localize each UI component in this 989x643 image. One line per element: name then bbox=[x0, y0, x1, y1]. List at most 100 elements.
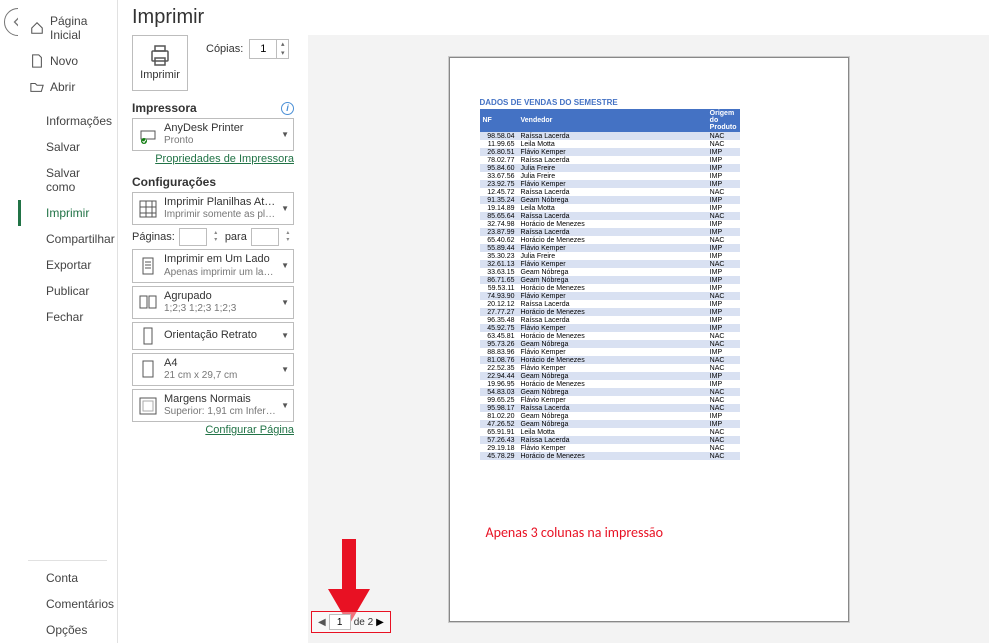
sidebar-item-close[interactable]: Fechar bbox=[18, 304, 117, 330]
sidebar-item-save[interactable]: Salvar bbox=[18, 134, 117, 160]
table-row: 19.96.95Horácio de MenezesIMP bbox=[480, 380, 740, 388]
chevron-down-icon: ▼ bbox=[281, 401, 289, 410]
table-row: 29.19.18Flávio KemperNAC bbox=[480, 444, 740, 452]
table-row: 45.78.29Horácio de MenezesNAC bbox=[480, 452, 740, 460]
preview-page: DADOS DE VENDAS DO SEMESTRE NFVendedorOr… bbox=[449, 57, 849, 622]
table-row: 32.74.98Horácio de MenezesIMP bbox=[480, 220, 740, 228]
info-icon[interactable]: i bbox=[281, 102, 294, 115]
paper-icon bbox=[138, 359, 158, 379]
copies-label: Cópias: bbox=[206, 43, 243, 55]
sidebar-item-comments[interactable]: Comentários bbox=[18, 591, 117, 617]
sidebar-item-label: Abrir bbox=[50, 80, 75, 94]
home-icon bbox=[30, 21, 44, 35]
sidebar-item-export[interactable]: Exportar bbox=[18, 252, 117, 278]
annotation-text: Apenas 3 colunas na impressão bbox=[486, 524, 664, 541]
collate-icon bbox=[138, 292, 158, 312]
chevron-down-icon: ▼ bbox=[281, 331, 289, 340]
sidebar-item-account[interactable]: Conta bbox=[18, 565, 117, 591]
printer-properties-link[interactable]: Propriedades de Impressora bbox=[132, 153, 294, 165]
printer-name: AnyDesk Printer bbox=[164, 122, 276, 135]
sidebar-item-options[interactable]: Opções bbox=[18, 617, 117, 643]
spin-up-icon[interactable]: ▴ bbox=[277, 40, 288, 49]
table-row: 35.30.23Julia FreireIMP bbox=[480, 252, 740, 260]
sidebar-item-open[interactable]: Abrir bbox=[18, 74, 117, 100]
print-scope-select[interactable]: Imprimir Planilhas AtivasImprimir soment… bbox=[132, 192, 294, 225]
print-button[interactable]: Imprimir bbox=[132, 35, 188, 91]
table-row: 33.63.15Geam NóbregaIMP bbox=[480, 268, 740, 276]
table-row: 65.40.62Horácio de MenezesNAC bbox=[480, 236, 740, 244]
table-row: 33.67.56Julia FreireIMP bbox=[480, 172, 740, 180]
next-page-button[interactable]: ▶ bbox=[376, 617, 384, 628]
page-count-label: de 2 bbox=[354, 617, 373, 628]
table-row: 55.89.44Flávio KemperIMP bbox=[480, 244, 740, 252]
table-row: 99.65.25Flávio KemperNAC bbox=[480, 396, 740, 404]
sidebar-item-publish[interactable]: Publicar bbox=[18, 278, 117, 304]
config-section-title: Configurações bbox=[132, 175, 216, 189]
table-row: 54.83.03Geam NóbregaNAC bbox=[480, 388, 740, 396]
current-page-input[interactable] bbox=[329, 614, 351, 630]
margins-select[interactable]: Margens NormaisSuperior: 1,91 cm Inferio… bbox=[132, 389, 294, 422]
table-row: 98.58.04Raíssa LacerdaNAC bbox=[480, 132, 740, 140]
pages-from-input[interactable] bbox=[179, 228, 207, 246]
prev-page-button[interactable]: ◀ bbox=[318, 617, 326, 628]
table-row: 85.65.64Raíssa LacerdaNAC bbox=[480, 212, 740, 220]
table-header: Origem do Produto bbox=[707, 109, 740, 132]
table-row: 22.94.44Geam NóbregaIMP bbox=[480, 372, 740, 380]
sidebar-item-label: Página Inicial bbox=[50, 14, 107, 42]
sidebar-item-info[interactable]: Informações bbox=[18, 108, 117, 134]
page-title: Imprimir bbox=[118, 0, 989, 35]
table-row: 22.52.35Flávio KemperNAC bbox=[480, 364, 740, 372]
table-row: 27.77.27Horácio de MenezesIMP bbox=[480, 308, 740, 316]
portrait-icon bbox=[138, 326, 158, 346]
sidebar: Página Inicial Novo Abrir Informações Sa… bbox=[18, 0, 118, 643]
table-header: Vendedor bbox=[518, 109, 707, 132]
table-row: 45.92.75Flávio KemperIMP bbox=[480, 324, 740, 332]
copies-spinner[interactable]: ▴▾ bbox=[249, 39, 289, 59]
print-side-select[interactable]: Imprimir em Um LadoApenas imprimir um la… bbox=[132, 249, 294, 282]
print-button-label: Imprimir bbox=[140, 69, 180, 81]
table-row: 78.02.77Raíssa LacerdaIMP bbox=[480, 156, 740, 164]
chevron-down-icon: ▼ bbox=[281, 261, 289, 270]
sidebar-item-label: Novo bbox=[50, 54, 78, 68]
pages-to-label: para bbox=[225, 231, 247, 243]
file-icon bbox=[30, 54, 44, 68]
table-title: DADOS DE VENDAS DO SEMESTRE bbox=[480, 98, 818, 107]
sidebar-item-new[interactable]: Novo bbox=[18, 48, 117, 74]
table-row: 47.26.52Geam NóbregaIMP bbox=[480, 420, 740, 428]
print-preview-pane: DADOS DE VENDAS DO SEMESTRE NFVendedorOr… bbox=[308, 35, 989, 643]
printer-icon bbox=[148, 45, 172, 67]
chevron-down-icon: ▼ bbox=[281, 365, 289, 374]
folder-open-icon bbox=[30, 80, 44, 94]
printer-section-title: Impressora bbox=[132, 101, 197, 115]
table-row: 95.84.60Julia FreireIMP bbox=[480, 164, 740, 172]
table-row: 19.14.89Leila MottaIMP bbox=[480, 204, 740, 212]
page-setup-link[interactable]: Configurar Página bbox=[132, 424, 294, 436]
sidebar-item-print[interactable]: Imprimir bbox=[18, 200, 117, 226]
paper-select[interactable]: A421 cm x 29,7 cm ▼ bbox=[132, 353, 294, 386]
table-row: 86.71.65Geam NóbregaIMP bbox=[480, 276, 740, 284]
table-row: 95.73.26Geam NóbregaNAC bbox=[480, 340, 740, 348]
one-side-icon bbox=[138, 256, 158, 276]
copies-input[interactable] bbox=[250, 43, 276, 55]
pages-to-input[interactable] bbox=[251, 228, 279, 246]
printer-status: Pronto bbox=[164, 135, 276, 147]
sidebar-item-saveas[interactable]: Salvar como bbox=[18, 160, 117, 200]
printer-ready-icon bbox=[138, 125, 158, 145]
orientation-select[interactable]: Orientação Retrato ▼ bbox=[132, 322, 294, 350]
table-row: 12.45.72Raíssa LacerdaNAC bbox=[480, 188, 740, 196]
chevron-down-icon: ▼ bbox=[281, 298, 289, 307]
table-row: 32.61.13Flávio KemperNAC bbox=[480, 260, 740, 268]
table-row: 96.35.48Raíssa LacerdaIMP bbox=[480, 316, 740, 324]
collate-select[interactable]: Agrupado1;2;3 1;2;3 1;2;3 ▼ bbox=[132, 286, 294, 319]
printer-select[interactable]: AnyDesk Printer Pronto ▼ bbox=[132, 118, 294, 151]
table-row: 23.87.99Raíssa LacerdaIMP bbox=[480, 228, 740, 236]
sidebar-item-share[interactable]: Compartilhar bbox=[18, 226, 117, 252]
table-row: 95.98.17Raíssa LacerdaNAC bbox=[480, 404, 740, 412]
page-navigator: ◀ de 2 ▶ bbox=[311, 611, 391, 633]
chevron-down-icon: ▼ bbox=[281, 130, 289, 139]
spin-down-icon[interactable]: ▾ bbox=[277, 49, 288, 58]
print-settings: Imprimir Cópias: ▴▾ Impressora i bbox=[118, 35, 308, 643]
table-row: 91.35.24Geam NóbregaIMP bbox=[480, 196, 740, 204]
table-row: 20.12.12Raíssa LacerdaIMP bbox=[480, 300, 740, 308]
sidebar-item-home[interactable]: Página Inicial bbox=[18, 8, 117, 48]
